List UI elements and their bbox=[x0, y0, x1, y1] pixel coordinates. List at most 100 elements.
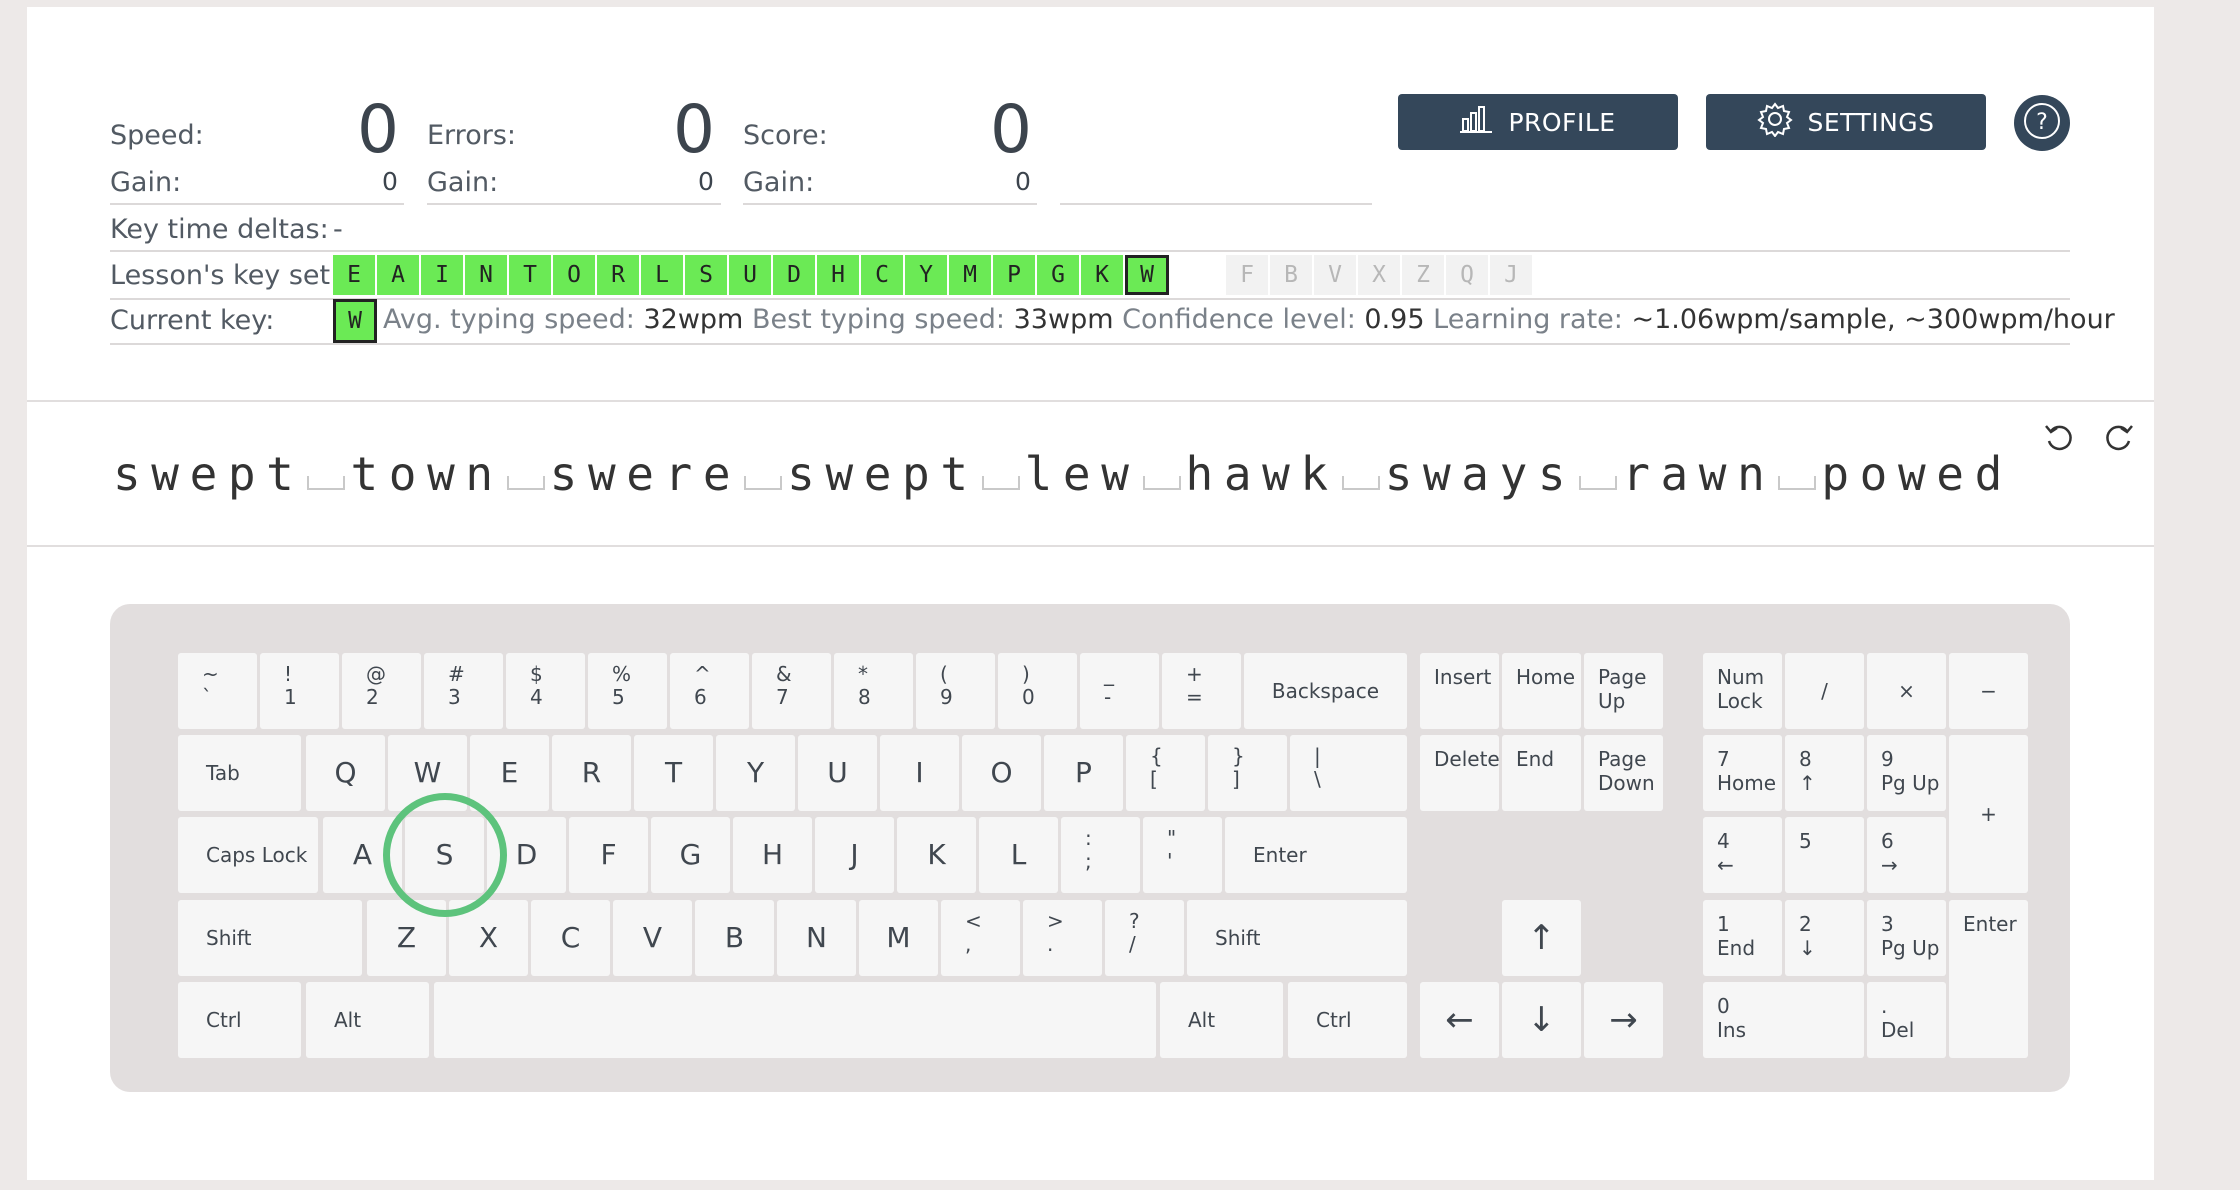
key-space[interactable] bbox=[434, 982, 1156, 1058]
key-num-6[interactable]: 6 → bbox=[1867, 817, 1946, 893]
key-0[interactable]: ) 0 bbox=[998, 653, 1077, 729]
key-equals[interactable]: + = bbox=[1162, 653, 1241, 729]
key-2[interactable]: @ 2 bbox=[342, 653, 421, 729]
key-right-bracket[interactable]: } ] bbox=[1208, 735, 1287, 811]
lesson-text[interactable]: swept town swere swept lew hawk sways rawn powed bbox=[113, 447, 2013, 501]
key-k[interactable]: K bbox=[897, 817, 976, 893]
key-s[interactable]: S bbox=[405, 817, 484, 893]
excluded-key-set: FBVXZQJ bbox=[1226, 255, 1534, 295]
key-l[interactable]: L bbox=[979, 817, 1058, 893]
key-6[interactable]: ^ 6 bbox=[670, 653, 749, 729]
key-n[interactable]: N bbox=[777, 900, 856, 976]
key-period[interactable]: > . bbox=[1023, 900, 1102, 976]
keyset-key: W bbox=[1125, 255, 1169, 295]
key-q[interactable]: Q bbox=[306, 735, 385, 811]
profile-button[interactable]: PROFILE bbox=[1398, 94, 1678, 150]
key-v[interactable]: V bbox=[613, 900, 692, 976]
key-end[interactable]: End bbox=[1502, 735, 1581, 811]
key-d[interactable]: D bbox=[487, 817, 566, 893]
key-shift-right[interactable]: Shift bbox=[1187, 900, 1407, 976]
key-num-minus[interactable]: − bbox=[1949, 653, 2028, 729]
key-home[interactable]: Home bbox=[1502, 653, 1581, 729]
key-enter[interactable]: Enter bbox=[1225, 817, 1407, 893]
key-z[interactable]: Z bbox=[367, 900, 446, 976]
key-p[interactable]: P bbox=[1044, 735, 1123, 811]
key-3[interactable]: # 3 bbox=[424, 653, 503, 729]
key-arrow-right[interactable]: → bbox=[1584, 982, 1663, 1058]
key-r[interactable]: R bbox=[552, 735, 631, 811]
key-ctrl-right[interactable]: Ctrl bbox=[1288, 982, 1407, 1058]
key-backspace[interactable]: Backspace bbox=[1244, 653, 1407, 729]
key-1[interactable]: ! 1 bbox=[260, 653, 339, 729]
key-page-down[interactable]: Page Down bbox=[1584, 735, 1663, 811]
keyset-key: Y bbox=[905, 255, 949, 295]
help-button[interactable]: ? bbox=[2014, 95, 2070, 151]
key-num-multiply[interactable]: × bbox=[1867, 653, 1946, 729]
key-h[interactable]: H bbox=[733, 817, 812, 893]
key-j[interactable]: J bbox=[815, 817, 894, 893]
undo-icon[interactable] bbox=[2043, 421, 2077, 459]
key-page-up[interactable]: Page Up bbox=[1584, 653, 1663, 729]
virtual-keyboard: ~ `! 1 @ 2 # 3 $ 4% 5 ^ 6 & 7 * 8( 9) 0 _ - + = B… bbox=[110, 604, 2070, 1092]
key-x[interactable]: X bbox=[449, 900, 528, 976]
key-arrow-down[interactable]: ↓ bbox=[1502, 982, 1581, 1058]
key-w[interactable]: W bbox=[388, 735, 467, 811]
space-marker bbox=[1142, 476, 1181, 490]
key-left-bracket[interactable]: { [ bbox=[1126, 735, 1205, 811]
key-num-divide[interactable]: / bbox=[1785, 653, 1864, 729]
key-5[interactable]: % 5 bbox=[588, 653, 667, 729]
key-quote[interactable]: " ' bbox=[1143, 817, 1222, 893]
key-num-8[interactable]: 8 ↑ bbox=[1785, 735, 1864, 811]
key-ctrl-left[interactable]: Ctrl bbox=[178, 982, 301, 1058]
key-arrow-left[interactable]: ← bbox=[1420, 982, 1499, 1058]
key-comma[interactable]: < , bbox=[941, 900, 1020, 976]
key-num-2[interactable]: 2 ↓ bbox=[1785, 900, 1864, 976]
key-9[interactable]: ( 9 bbox=[916, 653, 995, 729]
key-backslash[interactable]: | \ bbox=[1290, 735, 1407, 811]
row-divider bbox=[110, 298, 2070, 300]
key-g[interactable]: G bbox=[651, 817, 730, 893]
key-alt-right[interactable]: Alt bbox=[1160, 982, 1283, 1058]
key-num-5[interactable]: 5 bbox=[1785, 817, 1864, 893]
key-num-1[interactable]: 1 End bbox=[1703, 900, 1782, 976]
key-num-decimal[interactable]: . Del bbox=[1867, 982, 1946, 1058]
key-e[interactable]: E bbox=[470, 735, 549, 811]
key-b[interactable]: B bbox=[695, 900, 774, 976]
key-delete[interactable]: Delete bbox=[1420, 735, 1500, 811]
key-insert[interactable]: Insert bbox=[1420, 653, 1499, 729]
key-arrow-up[interactable]: ↑ bbox=[1502, 900, 1581, 976]
key-shift-left[interactable]: Shift bbox=[178, 900, 362, 976]
confidence-label: Confidence level: bbox=[1122, 304, 1356, 335]
key-i[interactable]: I bbox=[880, 735, 959, 811]
key-alt-left[interactable]: Alt bbox=[306, 982, 429, 1058]
key-num-3[interactable]: 3 Pg Up bbox=[1867, 900, 1946, 976]
key-8[interactable]: * 8 bbox=[834, 653, 913, 729]
key-minus[interactable]: _ - bbox=[1080, 653, 1159, 729]
key-num-4[interactable]: 4 ← bbox=[1703, 817, 1782, 893]
key-num-0[interactable]: 0 Ins bbox=[1703, 982, 1864, 1058]
score-divider bbox=[743, 203, 1037, 205]
key-num-enter[interactable]: Enter bbox=[1949, 900, 2028, 1058]
key-4[interactable]: $ 4 bbox=[506, 653, 585, 729]
gear-icon bbox=[1757, 101, 1794, 143]
key-o[interactable]: O bbox=[962, 735, 1041, 811]
key-num-lock[interactable]: Num Lock bbox=[1703, 653, 1782, 729]
key-num-plus[interactable]: + bbox=[1949, 735, 2028, 893]
settings-button[interactable]: SETTINGS bbox=[1706, 94, 1986, 150]
key-num-7[interactable]: 7 Home bbox=[1703, 735, 1782, 811]
key-y[interactable]: Y bbox=[716, 735, 795, 811]
key-tab[interactable]: Tab bbox=[178, 735, 301, 811]
key-slash[interactable]: ? / bbox=[1105, 900, 1184, 976]
key-caps-lock[interactable]: Caps Lock bbox=[178, 817, 318, 893]
key-7[interactable]: & 7 bbox=[752, 653, 831, 729]
key-num-9[interactable]: 9 Pg Up bbox=[1867, 735, 1946, 811]
key-t[interactable]: T bbox=[634, 735, 713, 811]
key-c[interactable]: C bbox=[531, 900, 610, 976]
key-semicolon[interactable]: : ; bbox=[1061, 817, 1140, 893]
key-u[interactable]: U bbox=[798, 735, 877, 811]
key-a[interactable]: A bbox=[323, 817, 402, 893]
key-f[interactable]: F bbox=[569, 817, 648, 893]
redo-icon[interactable] bbox=[2101, 421, 2135, 459]
key-m[interactable]: M bbox=[859, 900, 938, 976]
key-backtick[interactable]: ~ ` bbox=[178, 653, 257, 729]
